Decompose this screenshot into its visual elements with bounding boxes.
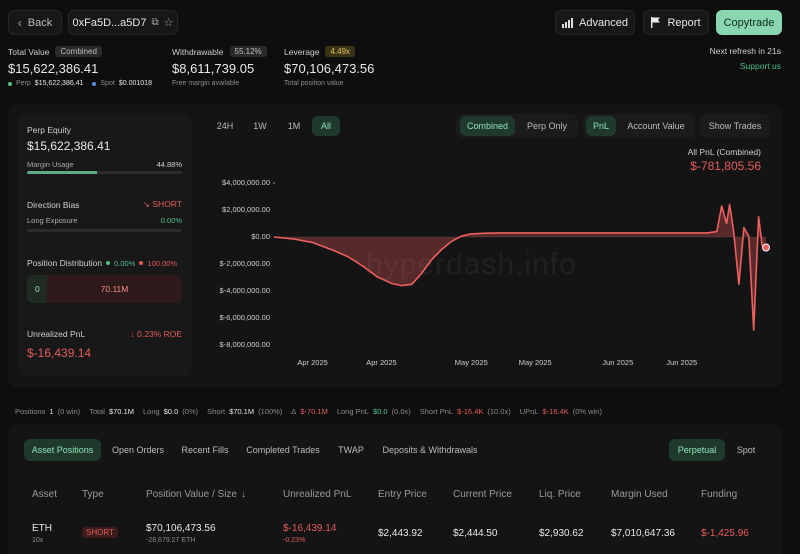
header-margin-used[interactable]: Margin Used	[611, 489, 668, 500]
tab-asset-positions[interactable]: Asset Positions	[24, 439, 101, 461]
tab-twap[interactable]: TWAP	[333, 439, 369, 461]
tab-perpetual[interactable]: Perpetual	[669, 439, 725, 461]
positions-label: Positions	[15, 407, 46, 416]
sort-down-icon: ↓	[240, 489, 246, 500]
position-size: -28,679.27 ETH	[146, 537, 196, 544]
position-value: $70,106,473.56	[146, 523, 216, 534]
y-axis-marker	[273, 182, 275, 184]
table-row[interactable]: ETH 10x SHORT $70,106,473.56 -28,679.27 …	[18, 512, 778, 554]
long-label: Long	[143, 407, 160, 416]
unrealized-pct: -0.23%	[283, 537, 306, 544]
entry-price: $2,443.92	[378, 528, 423, 539]
short-value: $70.1M	[229, 407, 255, 416]
tab-perpetual-label: Perpetual	[677, 445, 717, 455]
pnl-area	[274, 204, 766, 331]
short-note: (100%)	[258, 407, 283, 416]
total-value-strip: $70.1M	[108, 407, 134, 416]
short-pnl-note: (10.0x)	[487, 407, 511, 416]
header-unrealized-pnl[interactable]: Unrealized PnL	[283, 489, 351, 500]
long-pnl-value: $0.0	[372, 407, 388, 416]
upnl-value: $-16.4K	[542, 407, 569, 416]
long-value: $0.0	[163, 407, 179, 416]
stats-strip: Positions 1 (0 win) Total $70.1M Long $0…	[15, 407, 602, 416]
short-pnl-label: Short PnL	[419, 407, 454, 416]
header-funding[interactable]: Funding	[701, 489, 737, 500]
tab-recent-fills[interactable]: Recent Fills	[176, 439, 234, 461]
header-entry-price[interactable]: Entry Price	[378, 489, 427, 500]
long-pnl-note: (0.0x)	[391, 407, 411, 416]
tab-completed-trades[interactable]: Completed Trades	[243, 439, 323, 461]
tab-recent-fills-label: Recent Fills	[181, 445, 229, 455]
header-position-value-label: Position Value / Size	[146, 489, 237, 500]
tab-open-orders-label: Open Orders	[111, 445, 165, 455]
total-label: Total	[89, 407, 105, 416]
asset-leverage: 10x	[32, 537, 44, 544]
header-position-value[interactable]: Position Value / Size ↓	[146, 489, 246, 500]
tab-asset-positions-label: Asset Positions	[31, 445, 94, 455]
margin-used: $7,010,647.36	[611, 528, 675, 539]
tab-spot-label: Spot	[736, 445, 756, 455]
upnl-note: (0% win)	[572, 407, 602, 416]
header-type[interactable]: Type	[82, 489, 104, 500]
liq-price: $2,930.62	[539, 528, 584, 539]
delta-value: $-70.1M	[300, 407, 328, 416]
long-pnl-label: Long PnL	[336, 407, 369, 416]
tab-spot[interactable]: Spot	[730, 439, 762, 461]
positions-value: 1	[49, 407, 54, 416]
tab-deposits-withdrawals[interactable]: Deposits & Withdrawals	[380, 439, 480, 461]
long-note: (0%)	[182, 407, 199, 416]
current-price: $2,444.50	[453, 528, 498, 539]
tab-open-orders[interactable]: Open Orders	[108, 439, 168, 461]
pnl-line	[273, 203, 767, 331]
unrealized-pnl: $-16,439.14	[283, 523, 337, 534]
upnl-label: UPnL	[519, 407, 539, 416]
funding: $-1,425.96	[701, 528, 749, 539]
positions-note: (0 win)	[57, 407, 81, 416]
short-pnl-value: $-16.4K	[457, 407, 484, 416]
header-asset[interactable]: Asset	[32, 489, 57, 500]
header-current-price[interactable]: Current Price	[453, 489, 512, 500]
pnl-endpoint[interactable]	[762, 243, 770, 252]
header-liq-price[interactable]: Liq. Price	[539, 489, 581, 500]
type-badge: SHORT	[82, 527, 118, 538]
asset-symbol: ETH	[32, 523, 52, 534]
tab-completed-trades-label: Completed Trades	[246, 445, 320, 455]
tab-deposits-withdrawals-label: Deposits & Withdrawals	[382, 445, 478, 455]
delta-label: Δ	[291, 407, 297, 416]
short-label: Short	[207, 407, 226, 416]
tab-twap-label: TWAP	[338, 445, 364, 455]
